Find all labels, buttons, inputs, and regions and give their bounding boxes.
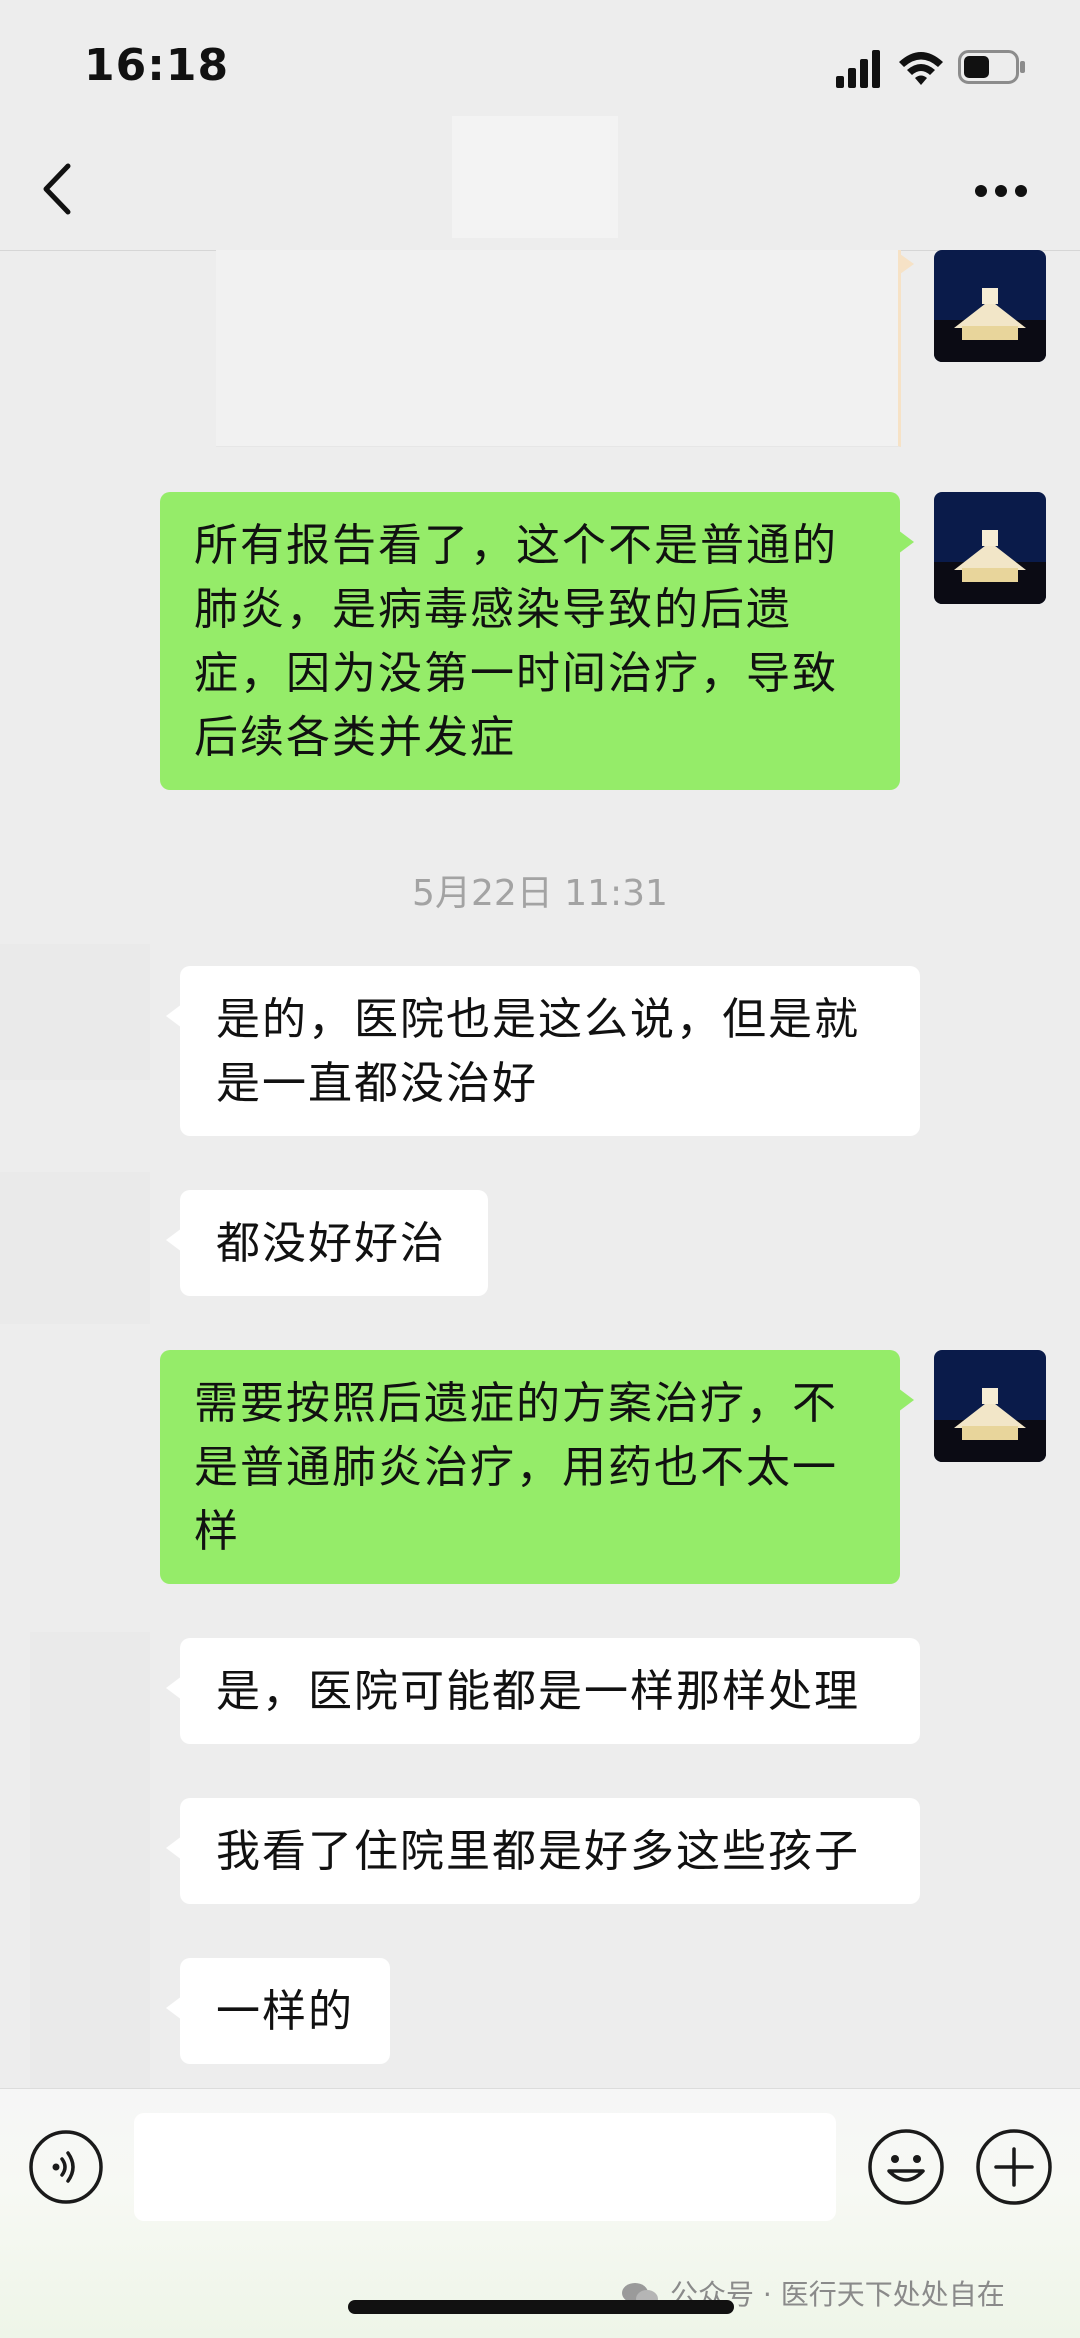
avatar-image: [934, 1350, 1046, 1462]
battery-icon: [958, 50, 1025, 84]
voice-icon[interactable]: [28, 2129, 104, 2205]
message-text: 我看了住院里都是好多这些孩子: [216, 1826, 860, 1877]
contact-avatar-placeholder[interactable]: [0, 944, 150, 1080]
avatar-image: [934, 250, 1046, 362]
nav-bar: [0, 112, 1080, 251]
back-icon[interactable]: [38, 162, 78, 216]
message-timestamp: 5月22日 11:31: [412, 873, 668, 914]
my-avatar[interactable]: [934, 1350, 1046, 1462]
contact-message-bubble[interactable]: 是的，医院也是这么说，但是就是一直都没治好: [166, 966, 920, 1136]
avatar-image: [934, 492, 1046, 604]
message-text: 一样的: [216, 1986, 354, 2037]
message-text: 是，医院可能都是一样那样处理: [216, 1666, 860, 1717]
emoji-icon[interactable]: [866, 2127, 946, 2207]
my-avatar[interactable]: [934, 492, 1046, 604]
wifi-icon: [899, 52, 943, 85]
my-message-bubble[interactable]: 所有报告看了，这个不是普通的肺炎，是病毒感染导致的后遗症，因为没第一时间治疗，导…: [160, 492, 914, 790]
chat-area[interactable]: 所有报告看了，这个不是普通的肺炎，是病毒感染导致的后遗症，因为没第一时间治疗，导…: [0, 250, 1080, 2088]
message-input[interactable]: [134, 2113, 836, 2221]
message-text: 所有报告看了，这个不是普通的肺炎，是病毒感染导致的后遗症，因为没第一时间治疗，导…: [194, 520, 838, 763]
contact-message-bubble[interactable]: 一样的: [166, 1958, 390, 2064]
chat-title: [452, 116, 618, 238]
my-avatar[interactable]: [934, 250, 1046, 362]
message-text: 是的，医院也是这么说，但是就是一直都没治好: [216, 994, 860, 1109]
contact-message-bubble[interactable]: 我看了住院里都是好多这些孩子: [166, 1798, 920, 1904]
contact-avatar-placeholder[interactable]: [30, 1632, 150, 2088]
contact-avatar-placeholder[interactable]: [0, 1172, 150, 1324]
contact-message-bubble[interactable]: 都没好好治: [166, 1190, 488, 1296]
message-text: 需要按照后遗症的方案治疗，不是普通肺炎治疗，用药也不太一样: [194, 1378, 838, 1557]
message-text: 都没好好治: [216, 1218, 446, 1269]
plus-circle-icon[interactable]: [974, 2127, 1054, 2207]
status-time: 16:18: [84, 40, 230, 91]
more-icon[interactable]: [974, 184, 1028, 198]
contact-message-bubble[interactable]: 是，医院可能都是一样那样处理: [166, 1638, 920, 1744]
shared-card-message[interactable]: [216, 250, 914, 447]
cellular-signal-icon: [836, 50, 880, 88]
my-message-bubble[interactable]: 需要按照后遗症的方案治疗，不是普通肺炎治疗，用药也不太一样: [160, 1350, 914, 1584]
home-indicator[interactable]: [348, 2300, 734, 2314]
